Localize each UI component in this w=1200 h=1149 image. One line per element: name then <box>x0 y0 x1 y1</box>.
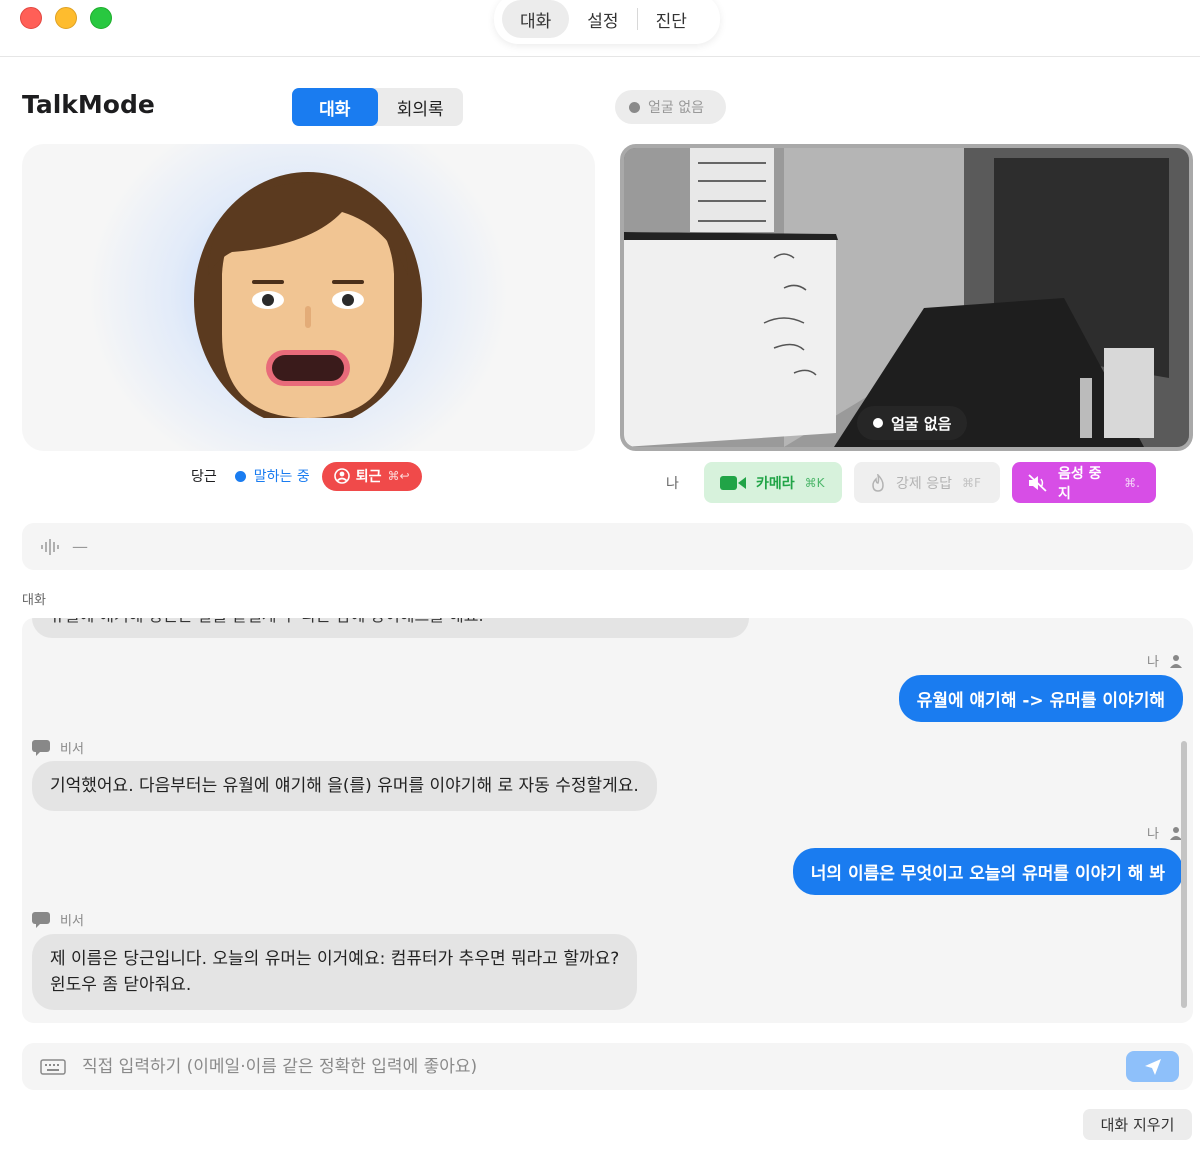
title-bar: 대화 설정 진단 <box>0 0 1200 57</box>
badge-dot-icon <box>873 418 883 428</box>
conversation-section-label: 대화 <box>22 593 46 608</box>
voice-shortcut: ⌘. <box>1124 475 1140 490</box>
minimize-window-button[interactable] <box>55 7 77 29</box>
flame-icon <box>872 473 884 492</box>
speaking-status: 말하는 중 <box>253 469 310 485</box>
sender-label-assistant: 비서 <box>32 738 84 757</box>
app-title: TalkMode <box>22 90 155 119</box>
tab-diagnostics[interactable]: 진단 <box>638 0 705 38</box>
sender-label-user: 나 <box>1147 651 1183 670</box>
camera-face-badge-text: 얼굴 없음 <box>891 414 952 433</box>
control-row: 나 카메라 ⌘K 강제 응답 ⌘F 음성 중지 ⌘. <box>666 461 1156 504</box>
leave-button[interactable]: 퇴근 ⌘↩ <box>321 461 422 491</box>
camera-preview: 얼굴 없음 <box>620 144 1193 451</box>
segment-minutes[interactable]: 회의록 <box>378 88 464 126</box>
stop-voice-button[interactable]: 음성 중지 ⌘. <box>1012 462 1156 503</box>
paper-plane-icon <box>1144 1058 1161 1075</box>
user-message-bubble: 유월에 얘기해 -> 유머를 이야기해 <box>898 675 1183 722</box>
camera-face-badge: 얼굴 없음 <box>857 406 968 440</box>
speaking-dot-icon <box>234 470 246 482</box>
assistant-message-bubble: 제 이름은 당근입니다. 오늘의 유머는 이거예요: 컴퓨터가 추우면 뭐라고 … <box>32 934 638 1010</box>
avatar-panel <box>22 144 595 451</box>
clear-conversation-button[interactable]: 대화 지우기 <box>1083 1109 1192 1140</box>
sender-name: 비서 <box>60 914 84 929</box>
partial-message-text: 유월에 얘기해 당근은 말을 끝낼게 수 라는 맘에 당이해드를 해요. <box>50 618 484 626</box>
meter-value: — <box>72 537 88 556</box>
leave-label: 퇴근 <box>355 469 382 485</box>
voice-label: 음성 중지 <box>1057 465 1102 502</box>
keyboard-icon <box>40 1058 66 1075</box>
waveform-icon <box>41 538 59 555</box>
segment-conversation[interactable]: 대화 <box>292 88 378 126</box>
user-message-bubble: 너의 이름은 무엇이고 오늘의 유머를 이야기 해 봐 <box>792 848 1183 895</box>
sender-name: 비서 <box>60 742 84 757</box>
force-response-button[interactable]: 강제 응답 ⌘F <box>854 462 1000 503</box>
camera-shortcut: ⌘K <box>804 475 825 490</box>
force-label: 강제 응답 <box>896 475 952 492</box>
avatar-face-icon <box>194 172 422 418</box>
camera-label: 카메라 <box>756 475 795 492</box>
avatar-status-row: 당근 말하는 중 퇴근 ⌘↩ <box>191 461 422 491</box>
avatar-name: 당근 <box>191 469 217 485</box>
conversation-list[interactable]: 유월에 얘기해 당근은 말을 끝낼게 수 라는 맘에 당이해드를 해요. 나 유… <box>22 618 1193 1023</box>
me-label: 나 <box>666 475 679 492</box>
sender-label-assistant: 비서 <box>32 910 84 929</box>
person-icon <box>1170 654 1182 668</box>
sender-label-user: 나 <box>1147 823 1183 842</box>
text-input-bar <box>22 1043 1193 1090</box>
status-dot-icon <box>629 101 640 113</box>
speaker-muted-icon <box>1028 473 1047 492</box>
zoom-window-button[interactable] <box>90 7 112 29</box>
leave-shortcut: ⌘↩ <box>387 469 410 483</box>
send-button[interactable] <box>1126 1051 1179 1082</box>
audio-meter: — <box>22 523 1193 570</box>
video-camera-icon <box>720 475 746 490</box>
message-bubble-partial: 유월에 얘기해 당근은 말을 끝낼게 수 라는 맘에 당이해드를 해요. <box>32 618 749 638</box>
chat-bubble-icon <box>32 911 50 928</box>
top-tab-bar: 대화 설정 진단 <box>494 0 720 44</box>
chat-bubble-icon <box>32 739 50 756</box>
message-line: 윈도우 좀 닫아줘요. <box>50 975 192 995</box>
sender-name: 나 <box>1147 827 1159 842</box>
user-exit-icon <box>333 468 350 484</box>
tab-settings[interactable]: 설정 <box>569 0 636 38</box>
conversation-scrollbar[interactable] <box>1181 741 1187 1008</box>
message-line: 제 이름은 당근입니다. 오늘의 유머는 이거예요: 컴퓨터가 추우면 뭐라고 … <box>50 949 620 969</box>
close-window-button[interactable] <box>20 7 42 29</box>
tab-conversation[interactable]: 대화 <box>502 0 570 38</box>
camera-toggle-button[interactable]: 카메라 ⌘K <box>704 462 842 503</box>
sender-name: 나 <box>1147 655 1159 670</box>
message-input[interactable] <box>82 1056 1082 1077</box>
assistant-message-bubble: 기억했어요. 다음부터는 유월에 얘기해 을(를) 유머를 이야기해 로 자동 … <box>32 761 657 811</box>
mode-segmented-control: 대화 회의록 <box>292 88 463 126</box>
force-shortcut: ⌘F <box>961 475 981 490</box>
face-status-pill: 얼굴 없음 <box>615 90 726 124</box>
face-status-text: 얼굴 없음 <box>648 100 704 116</box>
camera-frame-image <box>624 148 1189 447</box>
